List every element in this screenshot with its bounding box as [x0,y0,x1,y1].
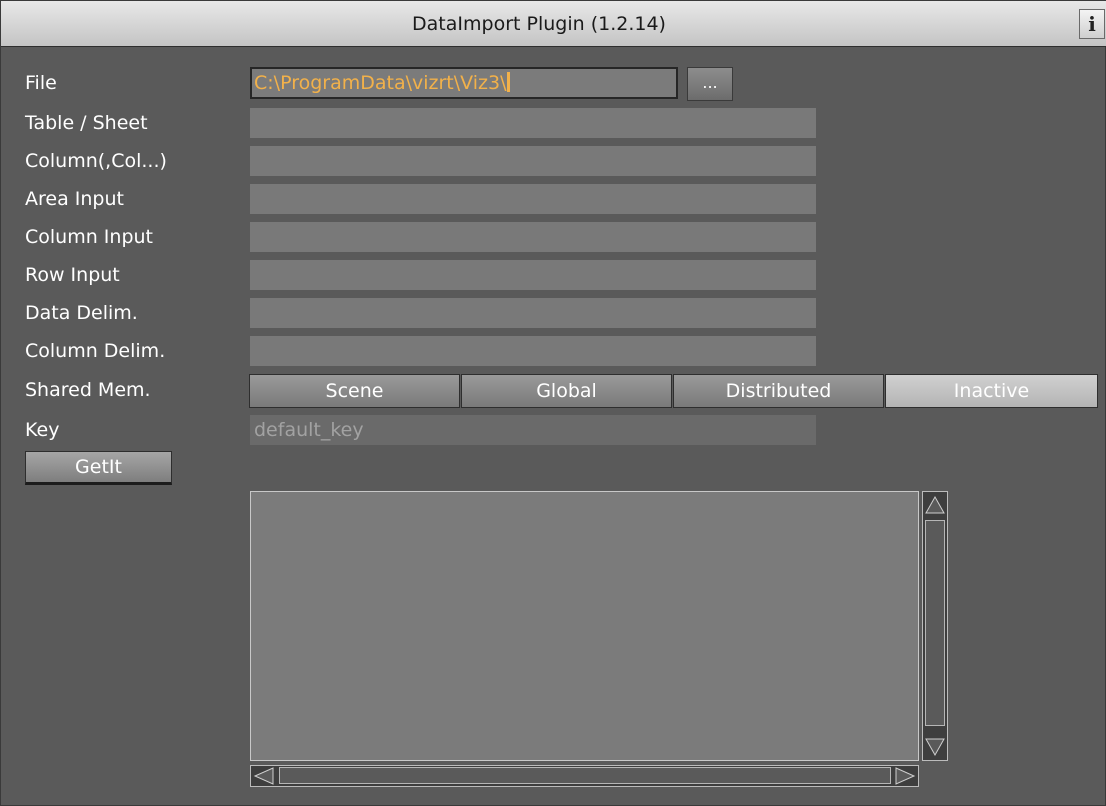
scroll-right-icon[interactable] [892,766,918,786]
row-input-label: Row Input [25,264,120,286]
vertical-scrollbar[interactable] [922,491,948,761]
shared-mem-global-button[interactable]: Global [461,374,672,408]
table-sheet-label: Table / Sheet [25,112,148,134]
data-delim-label: Data Delim. [25,302,138,324]
column-input-field[interactable] [250,222,816,252]
scroll-down-icon[interactable] [923,734,947,760]
scroll-left-icon[interactable] [251,766,277,786]
column-delim-field[interactable] [250,336,816,366]
file-path-input[interactable]: C:\ProgramData\vizrt\Viz3\ [250,67,678,99]
column-input-label: Column Input [25,226,153,248]
horizontal-scroll-thumb[interactable] [279,767,891,784]
key-label: Key [25,419,60,441]
horizontal-scrollbar[interactable] [250,765,919,787]
table-sheet-input[interactable] [250,108,816,138]
area-input-label: Area Input [25,188,124,210]
title-bar: DataImport Plugin (1.2.14) i [1,1,1106,47]
scroll-up-icon[interactable] [923,492,947,518]
data-delim-field[interactable] [250,298,816,328]
shared-mem-distributed-button[interactable]: Distributed [673,374,884,408]
file-path-value: C:\ProgramData\vizrt\Viz3\ [254,72,507,94]
shared-mem-scene-button[interactable]: Scene [249,374,460,408]
column-input[interactable] [250,146,816,176]
row-input-field[interactable] [250,260,816,290]
plugin-panel: DataImport Plugin (1.2.14) i File C:\Pro… [0,0,1106,806]
column-label: Column(,Col...) [25,150,167,172]
text-cursor [507,72,511,92]
browse-button[interactable]: ... [687,67,733,101]
window-title: DataImport Plugin (1.2.14) [412,13,666,35]
column-delim-label: Column Delim. [25,340,166,362]
key-input[interactable]: default_key [250,415,816,445]
area-input-field[interactable] [250,184,816,214]
info-button[interactable]: i [1079,9,1105,39]
shared-mem-label: Shared Mem. [25,379,151,401]
shared-mem-inactive-button[interactable]: Inactive [885,374,1098,408]
file-label: File [25,72,57,94]
getit-button[interactable]: GetIt [25,451,172,485]
vertical-scroll-thumb[interactable] [925,520,945,726]
output-textarea[interactable] [250,491,919,761]
